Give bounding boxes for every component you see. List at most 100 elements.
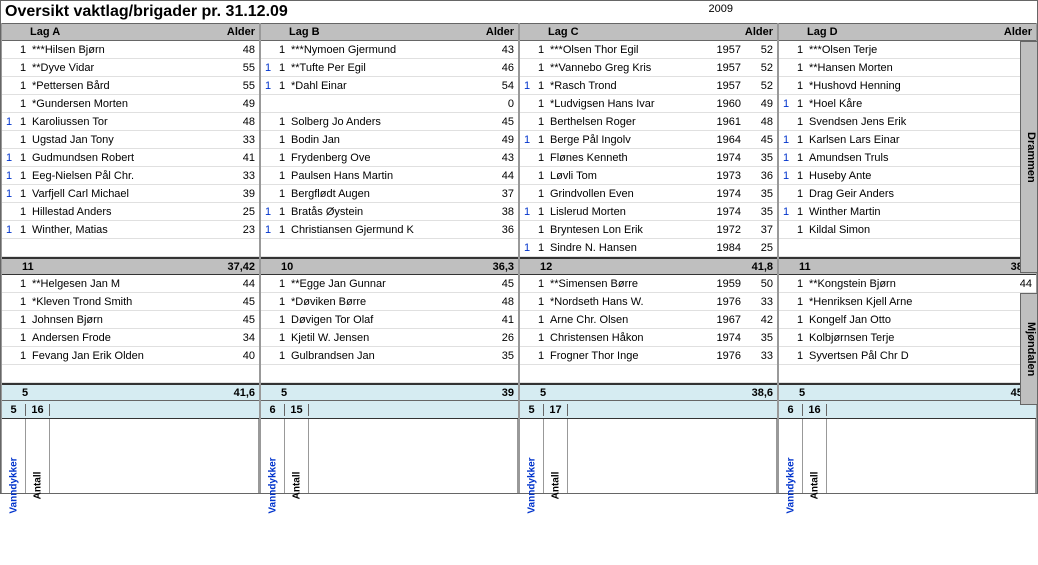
person-row[interactable]: 1Kjetil W. Jensen26 — [261, 329, 518, 347]
sum-count: 5 — [2, 387, 42, 399]
person-row[interactable]: 1**Helgesen Jan M44 — [2, 275, 259, 293]
person-row[interactable]: 1Fevang Jan Erik Olden40 — [2, 347, 259, 365]
person-row[interactable]: 11Gudmundsen Robert41 — [2, 149, 259, 167]
person-row[interactable]: 1***Olsen Terje55 — [779, 41, 1036, 59]
person-row[interactable]: 0 — [261, 95, 518, 113]
age-value: 33 — [741, 350, 777, 362]
sum-avg: 39 — [502, 387, 518, 399]
person-row[interactable]: 11Amundsen Truls35 — [779, 149, 1036, 167]
person-row[interactable]: 1***Hilsen Bjørn48 — [2, 41, 259, 59]
person-row[interactable]: 1Berthelsen Roger196148 — [520, 113, 777, 131]
person-row[interactable]: 11Winther Martin32 — [779, 203, 1036, 221]
person-row[interactable]: 1**Simensen Børre195950 — [520, 275, 777, 293]
person-row[interactable]: 1Paulsen Hans Martin44 — [261, 167, 518, 185]
person-row[interactable]: 1Gulbrandsen Jan35 — [261, 347, 518, 365]
empty-row — [779, 365, 1036, 383]
person-row[interactable]: 11Christiansen Gjermund K36 — [261, 221, 518, 239]
count-mark: 1 — [275, 188, 289, 200]
person-row[interactable]: 1*Døviken Børre48 — [261, 293, 518, 311]
total-b: 15 — [285, 404, 309, 416]
person-row[interactable]: 1Svendsen Jens Erik47 — [779, 113, 1036, 131]
person-row[interactable]: 11Berge Pål Ingolv196445 — [520, 131, 777, 149]
person-row[interactable]: 11Lislerud Morten197435 — [520, 203, 777, 221]
person-row[interactable]: 1*Nordseth Hans W.197633 — [520, 293, 777, 311]
person-row[interactable]: 1Christensen Håkon197435 — [520, 329, 777, 347]
count-mark: 1 — [275, 134, 289, 146]
person-row[interactable]: 11Varfjell Carl Michael39 — [2, 185, 259, 203]
person-row[interactable]: 11Huseby Ante34 — [779, 167, 1036, 185]
person-row[interactable]: 1Grindvollen Even197435 — [520, 185, 777, 203]
person-row[interactable]: 11**Tufte Per Egil46 — [261, 59, 518, 77]
person-name: Fevang Jan Erik Olden — [30, 350, 179, 362]
count-mark: 1 — [793, 278, 807, 290]
count-mark: 1 — [16, 80, 30, 92]
person-row[interactable]: 1Kolbjørnsen Terje51 — [779, 329, 1036, 347]
sum-count: 5 — [520, 387, 560, 399]
person-name: Svendsen Jens Erik — [807, 116, 956, 128]
age-value: 52 — [741, 44, 777, 56]
age-value: 33 — [223, 134, 259, 146]
person-row[interactable]: 1***Olsen Thor Egil195752 — [520, 41, 777, 59]
count-mark: 1 — [275, 224, 289, 236]
person-row[interactable]: 11Bratås Øystein38 — [261, 203, 518, 221]
person-row[interactable]: 1***Nymoen Gjermund43 — [261, 41, 518, 59]
person-row[interactable]: 1**Egge Jan Gunnar45 — [261, 275, 518, 293]
person-row[interactable]: 1*Henriksen Kjell Arne53 — [779, 293, 1036, 311]
age-header: Alder — [723, 26, 773, 38]
person-row[interactable]: 1Døvigen Tor Olaf41 — [261, 311, 518, 329]
person-row[interactable]: 1Andersen Frode34 — [2, 329, 259, 347]
count-mark: 1 — [16, 44, 30, 56]
person-row[interactable]: 1Hillestad Anders25 — [2, 203, 259, 221]
person-row[interactable]: 1Løvli Tom197336 — [520, 167, 777, 185]
person-row[interactable]: 1Solberg Jo Anders45 — [261, 113, 518, 131]
person-name: Winther Martin — [807, 206, 956, 218]
count-mark: 1 — [16, 332, 30, 344]
age-value: 25 — [223, 206, 259, 218]
person-row[interactable]: 1**Dyve Vidar55 — [2, 59, 259, 77]
age-value: 35 — [741, 152, 777, 164]
team-header: Lag AAlder — [2, 23, 259, 41]
person-row[interactable]: 1Syvertsen Pål Chr D29 — [779, 347, 1036, 365]
person-name: Kildal Simon — [807, 224, 956, 236]
person-row[interactable]: 11*Rasch Trond195752 — [520, 77, 777, 95]
person-row[interactable]: 1Flønes Kenneth197435 — [520, 149, 777, 167]
team-name: Lag D — [783, 26, 982, 38]
person-row[interactable]: 1Johnsen Bjørn45 — [2, 311, 259, 329]
count-mark: 1 — [16, 152, 30, 164]
person-name: Arne Chr. Olsen — [548, 314, 697, 326]
person-row[interactable]: 1Drag Geir Anders38 — [779, 185, 1036, 203]
person-row[interactable]: 1*Pettersen Bård55 — [2, 77, 259, 95]
person-row[interactable]: 11Karlsen Lars Einar44 — [779, 131, 1036, 149]
sum-count: 11 — [2, 261, 42, 273]
person-row[interactable]: 1Bryntesen Lon Erik197237 — [520, 221, 777, 239]
person-row[interactable]: 11Winther, Matias23 — [2, 221, 259, 239]
person-name: Ugstad Jan Tony — [30, 134, 179, 146]
person-row[interactable]: 1Bergflødt Augen37 — [261, 185, 518, 203]
person-row[interactable]: 1*Gundersen Morten49 — [2, 95, 259, 113]
age-value: 37 — [741, 224, 777, 236]
person-row[interactable]: 1Arne Chr. Olsen196742 — [520, 311, 777, 329]
person-row[interactable]: 1**Kongstein Bjørn44 — [779, 275, 1036, 293]
person-row[interactable]: 11Karoliussen Tor48 — [2, 113, 259, 131]
person-row[interactable]: 1Kongelf Jan Otto50 — [779, 311, 1036, 329]
person-row[interactable]: 1Bodin Jan49 — [261, 131, 518, 149]
person-row[interactable]: 11Sindre N. Hansen198425 — [520, 239, 777, 257]
page-title: Oversikt vaktlag/brigader pr. 31.12.09 2… — [1, 1, 1037, 23]
person-row[interactable]: 1Kildal Simon34 — [779, 221, 1036, 239]
person-row[interactable]: 11Eeg-Nielsen Pål Chr.33 — [2, 167, 259, 185]
count-mark: 1 — [793, 188, 807, 200]
person-row[interactable]: 1**Hansen Morten53 — [779, 59, 1036, 77]
person-row[interactable]: 1*Ludvigsen Hans Ivar196049 — [520, 95, 777, 113]
diver-mark: 1 — [261, 206, 275, 218]
person-row[interactable]: 11*Hoel Kåre45 — [779, 95, 1036, 113]
person-row[interactable]: 1*Hushovd Henning49 — [779, 77, 1036, 95]
person-row[interactable]: 1*Kleven Trond Smith45 — [2, 293, 259, 311]
person-row[interactable]: 1Frydenberg Ove43 — [261, 149, 518, 167]
person-row[interactable]: 1Frogner Thor Inge197633 — [520, 347, 777, 365]
birth-year: 1976 — [697, 350, 741, 362]
count-mark: 1 — [534, 98, 548, 110]
person-row[interactable]: 11*Dahl Einar54 — [261, 77, 518, 95]
person-row[interactable]: 1**Vannebo Greg Kris195752 — [520, 59, 777, 77]
person-row[interactable]: 1Ugstad Jan Tony33 — [2, 131, 259, 149]
person-name: Andersen Frode — [30, 332, 179, 344]
